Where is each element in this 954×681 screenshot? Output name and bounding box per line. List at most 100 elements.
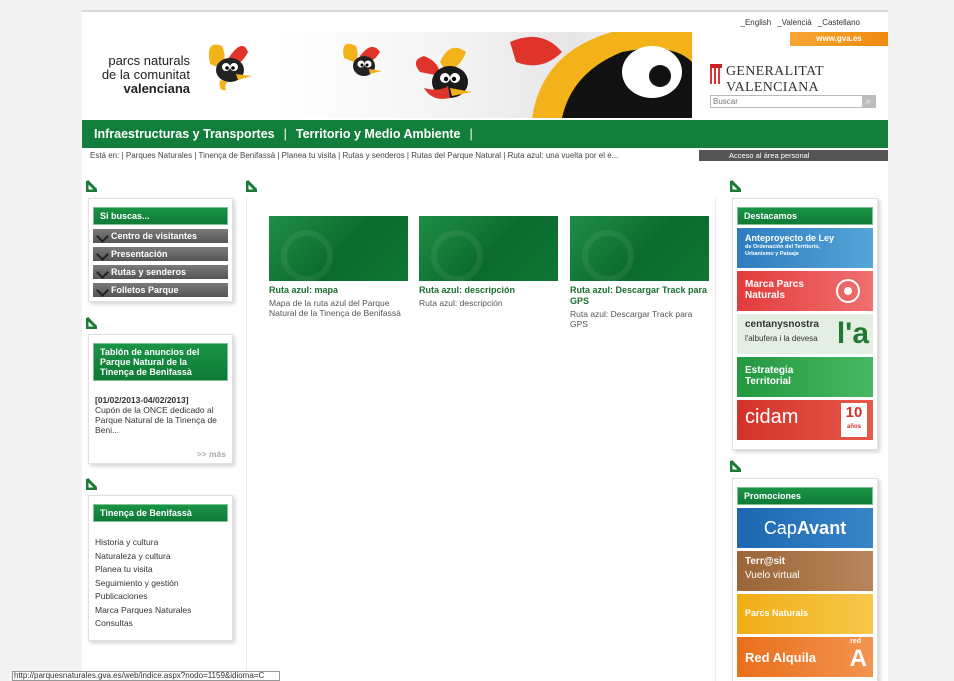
menu-centro-visitantes[interactable]: Centro de visitantes [93, 229, 228, 243]
access-label: Acceso al área personal [729, 151, 810, 160]
promo-red-alquila[interactable]: red Red Alquila A [737, 637, 873, 677]
card-thumbnail[interactable] [570, 216, 709, 281]
link-consultas[interactable]: Consultas [89, 617, 232, 631]
nav-territorio[interactable]: Territorio y Medio Ambiente [296, 127, 461, 141]
notice-date: [01/02/2013-04/02/2013] [95, 395, 189, 405]
promociones-title: Promociones [737, 487, 873, 505]
promo-cidam[interactable]: cidam 10 años [737, 400, 873, 440]
arrow-icon [86, 180, 98, 192]
more-link[interactable]: >> más [197, 449, 226, 459]
promo-text: Parcs Naturals [745, 608, 809, 618]
promociones-box: Promociones CapAvant Terr@sit Vuelo virt… [732, 478, 878, 681]
content-panel: Ruta azul: mapa Mapa de la ruta azul del… [246, 198, 716, 681]
promo-subtext: l'albufera i la devesa [745, 334, 818, 343]
promo-text-bold: Avant [796, 518, 847, 538]
main-nav: Infraestructuras y Transportes | Territori… [82, 120, 888, 148]
parcs-naturals-logo[interactable]: parcs naturals de la comunitat valencian… [94, 54, 190, 96]
menu-presentacion[interactable]: Presentación [93, 247, 228, 261]
link-historia[interactable]: Historia y cultura [89, 536, 232, 550]
promo-centanys[interactable]: centanysnostra l'albufera i la devesa l'… [737, 314, 873, 354]
lang-english[interactable]: _English [741, 18, 772, 27]
promo-capavant[interactable]: CapAvant [737, 508, 873, 548]
card-title[interactable]: Ruta azul: Descargar Track para GPS [570, 285, 710, 307]
card-description: Ruta azul: Descargar Track para GPS [570, 309, 693, 329]
promo-subtext: Vuelo virtual [745, 570, 800, 581]
language-bar: _English _Valencià _Castellano [741, 18, 860, 27]
promo-estrategia-territorial[interactable]: Estrategia Territorial [737, 357, 873, 397]
promo-marca-parcs[interactable]: Marca Parcs Naturals [737, 271, 873, 311]
destacamos-title: Destacamos [737, 207, 873, 225]
bird-small-icon [343, 43, 382, 76]
promo-text: Cap [763, 518, 797, 538]
search-box: ⌕ [710, 95, 876, 108]
nav-infraestructuras[interactable]: Infraestructuras y Transportes [94, 127, 275, 141]
promo-terrasit[interactable]: Terr@sit Vuelo virtual [737, 551, 873, 591]
nav-separator: | [469, 127, 473, 141]
card-thumbnail[interactable] [419, 216, 558, 281]
logo-line1: parcs naturals [108, 53, 190, 68]
promo-subtext: de Ordenación del Territorio, Urbanismo … [745, 244, 821, 257]
link-marca[interactable]: Marca Parques Naturales [89, 604, 232, 618]
logo-line2: de la comunitat [101, 67, 190, 82]
arrow-icon [86, 478, 98, 490]
generalitat-title: GENERALITAT VALENCIANA [726, 64, 824, 95]
arrow-icon [246, 180, 258, 192]
cidam-badge: 10 años [841, 403, 867, 437]
cidam-badge-number: 10 [845, 404, 863, 421]
promo-small-text: red [850, 638, 861, 645]
card-title[interactable]: Ruta azul: descripción [419, 285, 559, 296]
nav-separator: | [283, 127, 287, 141]
promo-text: Marca Parcs Naturals [745, 279, 804, 301]
link-naturaleza[interactable]: Naturaleza y cultura [89, 550, 232, 564]
card-title[interactable]: Ruta azul: mapa [269, 285, 409, 296]
header-banner: parcs naturals de la comunitat valencian… [82, 32, 888, 118]
bird-large-icon [510, 32, 692, 118]
notice-text[interactable]: Cupón de la ONCE dedicado al Parque Natu… [89, 405, 232, 435]
park-links-list: Historia y cultura Naturaleza y cultura … [89, 536, 232, 631]
si-buscas-box: Si buscas... Centro de visitantes Presen… [88, 198, 233, 302]
notice-board-box: Tablón de anuncios del Parque Natural de… [88, 334, 233, 464]
card-description: Ruta azul: descripción [419, 298, 503, 308]
promo-text: cidam [745, 406, 799, 428]
arrow-icon [730, 460, 742, 472]
bird-logo-icon [208, 44, 252, 91]
card-description: Mapa de la ruta azul del Parque Natural … [269, 298, 401, 318]
search-icon[interactable]: ⌕ [862, 96, 875, 107]
logo-line3: valenciana [123, 81, 191, 96]
link-seguimiento[interactable]: Seguimiento y gestión [89, 577, 232, 591]
cidam-badge-label: años [846, 424, 861, 430]
promo-text: Estrategia Territorial [745, 365, 794, 387]
promo-text: centanysnostra [745, 319, 819, 330]
destacamos-box: Destacamos Anteproyecto de Ley de Ordena… [732, 198, 878, 450]
si-buscas-title: Si buscas... [93, 207, 228, 225]
card-ruta-descripcion[interactable]: Ruta azul: descripción Ruta azul: descri… [419, 216, 559, 308]
park-links-box: Tinença de Benifassà Historia y cultura … [88, 495, 233, 641]
promo-logo-text: l'a [836, 317, 869, 350]
menu-rutas-senderos[interactable]: Rutas y senderos [93, 265, 228, 279]
promo-parcs-naturals[interactable]: Parcs Naturals [737, 594, 873, 634]
status-bar-url: http://parquesnaturales.gva.es/web/indic… [12, 671, 280, 681]
card-thumbnail[interactable] [269, 216, 408, 281]
access-personal-area-button[interactable]: Acceso al área personal [699, 150, 888, 161]
promo-anteproyecto-ley[interactable]: Anteproyecto de Ley de Ordenación del Te… [737, 228, 873, 268]
promo-text: Red Alquila [745, 650, 817, 665]
lang-valencia[interactable]: _Valencià [777, 18, 812, 27]
bird-medium-icon [415, 47, 472, 99]
breadcrumb[interactable]: Está en: | Parques Naturales | Tinença d… [90, 151, 690, 160]
page: _English _Valencià _Castellano parcs nat… [82, 10, 888, 681]
promo-logo-letter: A [849, 645, 867, 672]
gva-link[interactable]: www.gva.es [790, 32, 888, 46]
promo-text: Terr@sit [745, 556, 786, 567]
menu-folletos-parque[interactable]: Folletos Parque [93, 283, 228, 297]
search-input[interactable] [711, 96, 861, 107]
card-ruta-gps[interactable]: Ruta azul: Descargar Track para GPS Ruta… [570, 216, 710, 329]
lang-castellano[interactable]: _Castellano [818, 18, 860, 27]
card-ruta-mapa[interactable]: Ruta azul: mapa Mapa de la ruta azul del… [269, 216, 409, 318]
promo-text: Anteproyecto de Ley [745, 233, 835, 243]
generalitat-shield-icon [710, 64, 722, 84]
park-links-title: Tinença de Benifassà [93, 504, 228, 522]
notice-board-title: Tablón de anuncios del Parque Natural de… [93, 343, 228, 381]
link-publicaciones[interactable]: Publicaciones [89, 590, 232, 604]
link-planea[interactable]: Planea tu visita [89, 563, 232, 577]
arrow-icon [730, 180, 742, 192]
